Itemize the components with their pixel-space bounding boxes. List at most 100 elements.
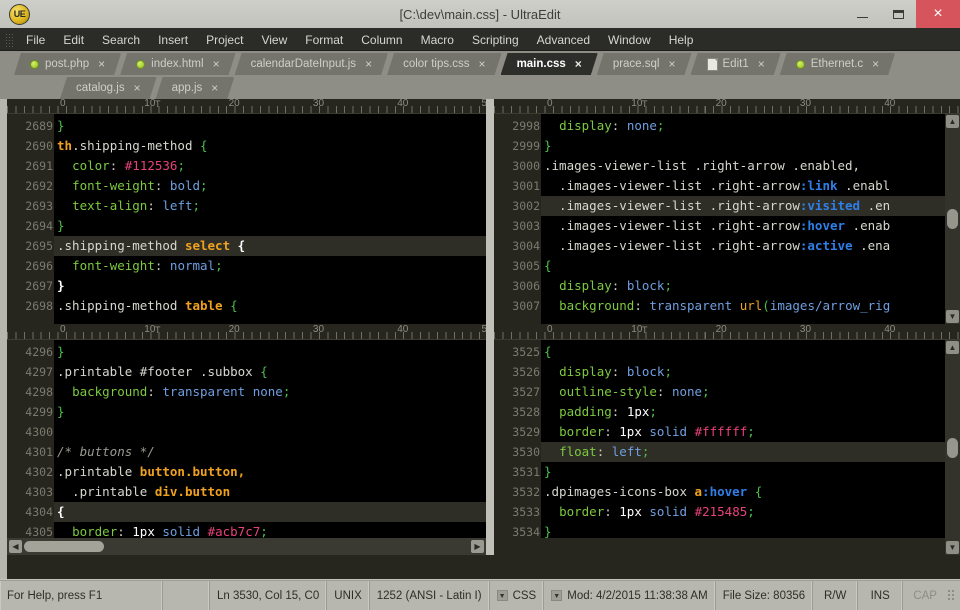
code-scroll-region[interactable]: 29982999300030013002300330043005−3006300… [494, 114, 945, 324]
code-line[interactable]: outline-style: none; [541, 382, 945, 402]
editor-pane-bottom-right[interactable]: 0102030405T3525−352635273528352935303531… [494, 325, 960, 555]
code-line[interactable]: font-weight: normal; [54, 256, 486, 276]
menu-item-window[interactable]: Window [599, 30, 660, 50]
document-tab-post-php[interactable]: post.php× [14, 53, 121, 75]
editor-pane-top-right[interactable]: 0102030405T29982999300030013002300330043… [494, 99, 960, 324]
menu-item-view[interactable]: View [252, 30, 296, 50]
code-line[interactable]: } [541, 522, 945, 538]
status-modified[interactable]: ▼ Mod: 4/2/2015 11:38:38 AM [544, 581, 715, 610]
document-tab-calendardateinput-js[interactable]: calendarDateInput.js× [235, 53, 389, 75]
vertical-scroll-thumb[interactable] [947, 209, 958, 229]
code-text-area[interactable]: { display: block; outline-style: none; p… [541, 340, 945, 538]
scroll-up-icon[interactable]: ▲ [946, 341, 959, 354]
code-line-current[interactable]: { [54, 502, 486, 522]
code-line[interactable]: .dpimages-icons-box a:hover { [541, 482, 945, 502]
code-line[interactable]: background: transparent url(images/arrow… [541, 296, 945, 316]
scroll-down-icon[interactable]: ▼ [946, 541, 959, 554]
code-line[interactable]: .images-viewer-list .right-arrow:hover .… [541, 216, 945, 236]
language-chevron-down-icon[interactable]: ▼ [497, 590, 508, 601]
code-line[interactable]: { [541, 256, 945, 276]
maximize-button[interactable] [880, 0, 916, 28]
code-line[interactable]: .images-viewer-list .right-arrow .enable… [541, 156, 945, 176]
code-line[interactable]: } [54, 216, 486, 236]
tab-close-icon[interactable]: × [211, 82, 218, 94]
editor-pane-bottom-left[interactable]: 0102030405T42964297−42984299430043014302… [7, 325, 486, 555]
scroll-right-icon[interactable]: ▶ [471, 540, 484, 553]
menu-item-format[interactable]: Format [296, 30, 352, 50]
tab-close-icon[interactable]: × [758, 58, 765, 70]
tab-close-icon[interactable]: × [134, 82, 141, 94]
menu-item-search[interactable]: Search [93, 30, 149, 50]
code-line[interactable]: th.shipping-method { [54, 136, 486, 156]
status-insert-mode[interactable]: INS [858, 581, 903, 610]
document-tab-index-html[interactable]: index.html× [120, 53, 235, 75]
code-line[interactable]: padding: 1px; [541, 402, 945, 422]
document-tab-main-css[interactable]: main.css× [501, 53, 598, 75]
code-line[interactable]: .printable #footer .subbox { [54, 362, 486, 382]
code-scroll-region[interactable]: 3525−3526352735283529353035313532−353335… [494, 340, 945, 538]
code-line[interactable]: display: block; [541, 276, 945, 296]
menu-item-insert[interactable]: Insert [149, 30, 197, 50]
code-line[interactable]: { [541, 342, 945, 362]
document-tab-catalog-js[interactable]: catalog.js× [60, 77, 157, 99]
status-read-write[interactable]: R/W [813, 581, 858, 610]
code-line[interactable]: border: 1px solid #215485; [541, 502, 945, 522]
code-line[interactable]: .printable button.button, [54, 462, 486, 482]
minimize-button[interactable] [844, 0, 880, 28]
menu-item-macro[interactable]: Macro [412, 30, 463, 50]
status-codepage[interactable]: 1252 (ANSI - Latin I) [370, 581, 490, 610]
menu-item-project[interactable]: Project [197, 30, 252, 50]
menu-grip-handle[interactable] [5, 33, 14, 47]
scroll-left-icon[interactable]: ◀ [9, 540, 22, 553]
code-line[interactable]: } [54, 402, 486, 422]
vertical-splitter[interactable] [486, 99, 494, 555]
menu-item-scripting[interactable]: Scripting [463, 30, 528, 50]
editor-pane-top-left[interactable]: 0102030405T26892690−26912692269326942695… [7, 99, 486, 324]
menu-item-help[interactable]: Help [660, 30, 703, 50]
menu-item-edit[interactable]: Edit [54, 30, 93, 50]
tab-close-icon[interactable]: × [575, 58, 582, 70]
code-text-area[interactable]: }th.shipping-method { color: #112536; fo… [54, 114, 486, 324]
status-cursor-position[interactable]: Ln 3530, Col 15, C0 [210, 581, 327, 610]
tab-close-icon[interactable]: × [98, 58, 105, 70]
document-tab-color-tips-css[interactable]: color tips.css× [387, 53, 501, 75]
tab-close-icon[interactable]: × [213, 58, 220, 70]
horizontal-scrollbar[interactable]: ◀▶ [7, 538, 486, 555]
menu-item-file[interactable]: File [17, 30, 54, 50]
code-text-area[interactable]: display: none;}.images-viewer-list .righ… [541, 114, 945, 324]
tab-close-icon[interactable]: × [872, 58, 879, 70]
code-line[interactable]: display: none; [541, 116, 945, 136]
code-text-area[interactable]: } .printable #footer .subbox { background… [54, 340, 486, 538]
document-tab-edit1[interactable]: Edit1× [691, 53, 781, 75]
vertical-scroll-thumb[interactable] [947, 438, 958, 458]
document-tab-app-js[interactable]: app.js× [156, 77, 235, 99]
code-line[interactable]: /* buttons */ [54, 442, 486, 462]
scroll-down-icon[interactable]: ▼ [946, 310, 959, 323]
code-line[interactable]: text-align: left; [54, 196, 486, 216]
status-line-ending[interactable]: UNIX [327, 581, 369, 610]
resize-grip-icon[interactable] [947, 589, 956, 602]
code-line[interactable]: background: transparent none; [54, 382, 486, 402]
tab-close-icon[interactable]: × [479, 58, 486, 70]
tab-close-icon[interactable]: × [365, 58, 372, 70]
vertical-scrollbar[interactable]: ▲▼ [945, 114, 960, 324]
menu-item-advanced[interactable]: Advanced [528, 30, 599, 50]
code-line[interactable]: color: #112536; [54, 156, 486, 176]
document-tab-prace-sql[interactable]: prace.sql× [597, 53, 692, 75]
code-line[interactable]: border: 1px solid #acb7c7; [54, 522, 486, 538]
code-line[interactable]: } [541, 136, 945, 156]
tab-close-icon[interactable]: × [668, 58, 675, 70]
code-line[interactable]: .images-viewer-list .right-arrow:active … [541, 236, 945, 256]
document-tab-ethernet-c[interactable]: Ethernet.c× [780, 53, 895, 75]
code-line[interactable]: .printable div.button [54, 482, 486, 502]
code-line-current[interactable]: float: left; [541, 442, 945, 462]
scroll-up-icon[interactable]: ▲ [946, 115, 959, 128]
code-line[interactable]: font-weight: bold; [54, 176, 486, 196]
code-line[interactable]: } [54, 116, 486, 136]
menu-item-column[interactable]: Column [352, 30, 411, 50]
code-scroll-region[interactable]: 26892690−26912692269326942695−2696269726… [7, 114, 486, 324]
code-line[interactable]: display: block; [541, 362, 945, 382]
code-line[interactable]: } [541, 462, 945, 482]
code-scroll-region[interactable]: 42964297−4298429943004301430243034304−43… [7, 340, 486, 538]
code-line[interactable] [54, 422, 486, 442]
